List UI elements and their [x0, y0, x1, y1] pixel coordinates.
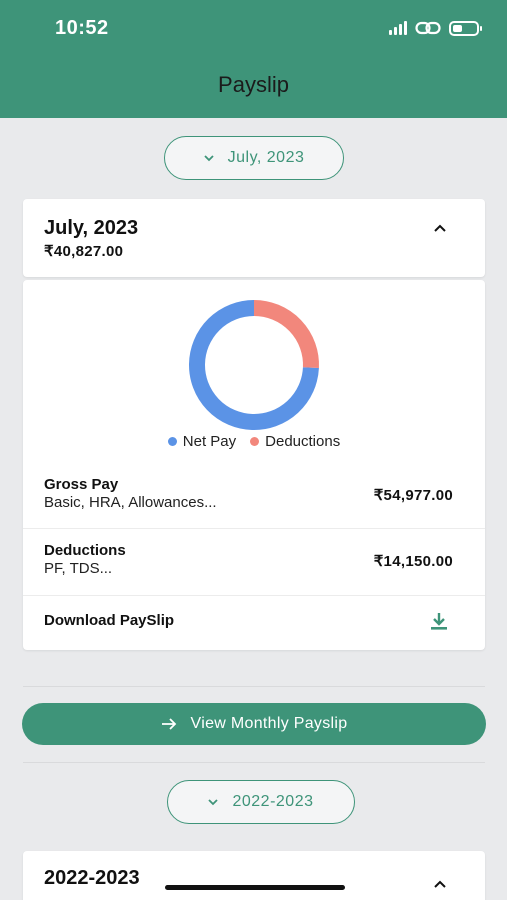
download-icon[interactable] — [429, 611, 449, 631]
month-card-title: July, 2023 — [44, 217, 139, 239]
month-filter-label: July, 2023 — [227, 149, 305, 166]
deductions-dot — [250, 437, 260, 446]
battery-icon — [449, 20, 482, 36]
chevron-up-icon[interactable] — [433, 221, 447, 235]
legend-label-net-pay: Net Pay — [182, 433, 237, 450]
month-card-amount: ₹40,827.00 — [44, 243, 124, 260]
gross-pay-row: Gross Pay Basic, HRA, Allowances... ₹54,… — [23, 470, 485, 528]
year-filter-button[interactable]: 2022-2023 — [167, 780, 355, 824]
legend-item-net-pay: Net Pay — [167, 433, 237, 450]
gross-pay-label: Gross Pay — [44, 476, 119, 493]
payslip-detail-card: Net Pay Deductions Gross Pay Basic, HRA,… — [23, 280, 485, 650]
chevron-down-icon — [203, 154, 214, 161]
link-icon — [415, 21, 441, 35]
year-card-title: 2022-2023 — [44, 867, 140, 889]
gross-pay-components: Basic, HRA, Allowances... — [44, 494, 217, 511]
app-header: 10:52 Payslip — [0, 0, 507, 118]
download-payslip-row[interactable]: Download PaySlip — [23, 595, 485, 650]
year-filter-label: 2022-2023 — [232, 793, 314, 810]
chevron-up-icon[interactable] — [433, 877, 447, 891]
deductions-components: PF, TDS... — [44, 560, 113, 577]
chevron-down-icon — [208, 798, 219, 805]
legend-item-deductions: Deductions — [250, 433, 340, 450]
deductions-row: Deductions PF, TDS... ₹14,150.00 — [23, 536, 485, 594]
deductions-value: ₹14,150.00 — [373, 553, 453, 570]
net-pay-dot — [167, 437, 177, 446]
legend-label-deductions: Deductions — [265, 433, 341, 450]
month-summary-card[interactable]: July, 2023 ₹40,827.00 — [23, 199, 485, 277]
section-divider — [23, 762, 485, 763]
view-monthly-payslip-label: View Monthly Payslip — [190, 715, 348, 732]
chart-legend: Net Pay Deductions — [23, 433, 485, 450]
signal-icon — [389, 21, 407, 35]
payslip-donut-chart — [189, 300, 319, 430]
status-time: 10:52 — [55, 17, 109, 39]
year-summary-card[interactable]: 2022-2023 — [23, 851, 485, 900]
page-title: Payslip — [218, 72, 289, 97]
month-filter-button[interactable]: July, 2023 — [164, 136, 344, 180]
status-icons — [389, 20, 482, 36]
view-monthly-payslip-button[interactable]: View Monthly Payslip — [22, 703, 486, 745]
arrow-right-icon — [161, 718, 176, 730]
deductions-label: Deductions — [44, 542, 126, 559]
download-payslip-label: Download PaySlip — [44, 612, 175, 629]
gross-pay-value: ₹54,977.00 — [373, 487, 453, 504]
donut-slice-deductions — [253, 300, 319, 369]
home-indicator — [165, 885, 345, 890]
section-divider — [23, 686, 485, 687]
row-divider — [23, 528, 485, 529]
